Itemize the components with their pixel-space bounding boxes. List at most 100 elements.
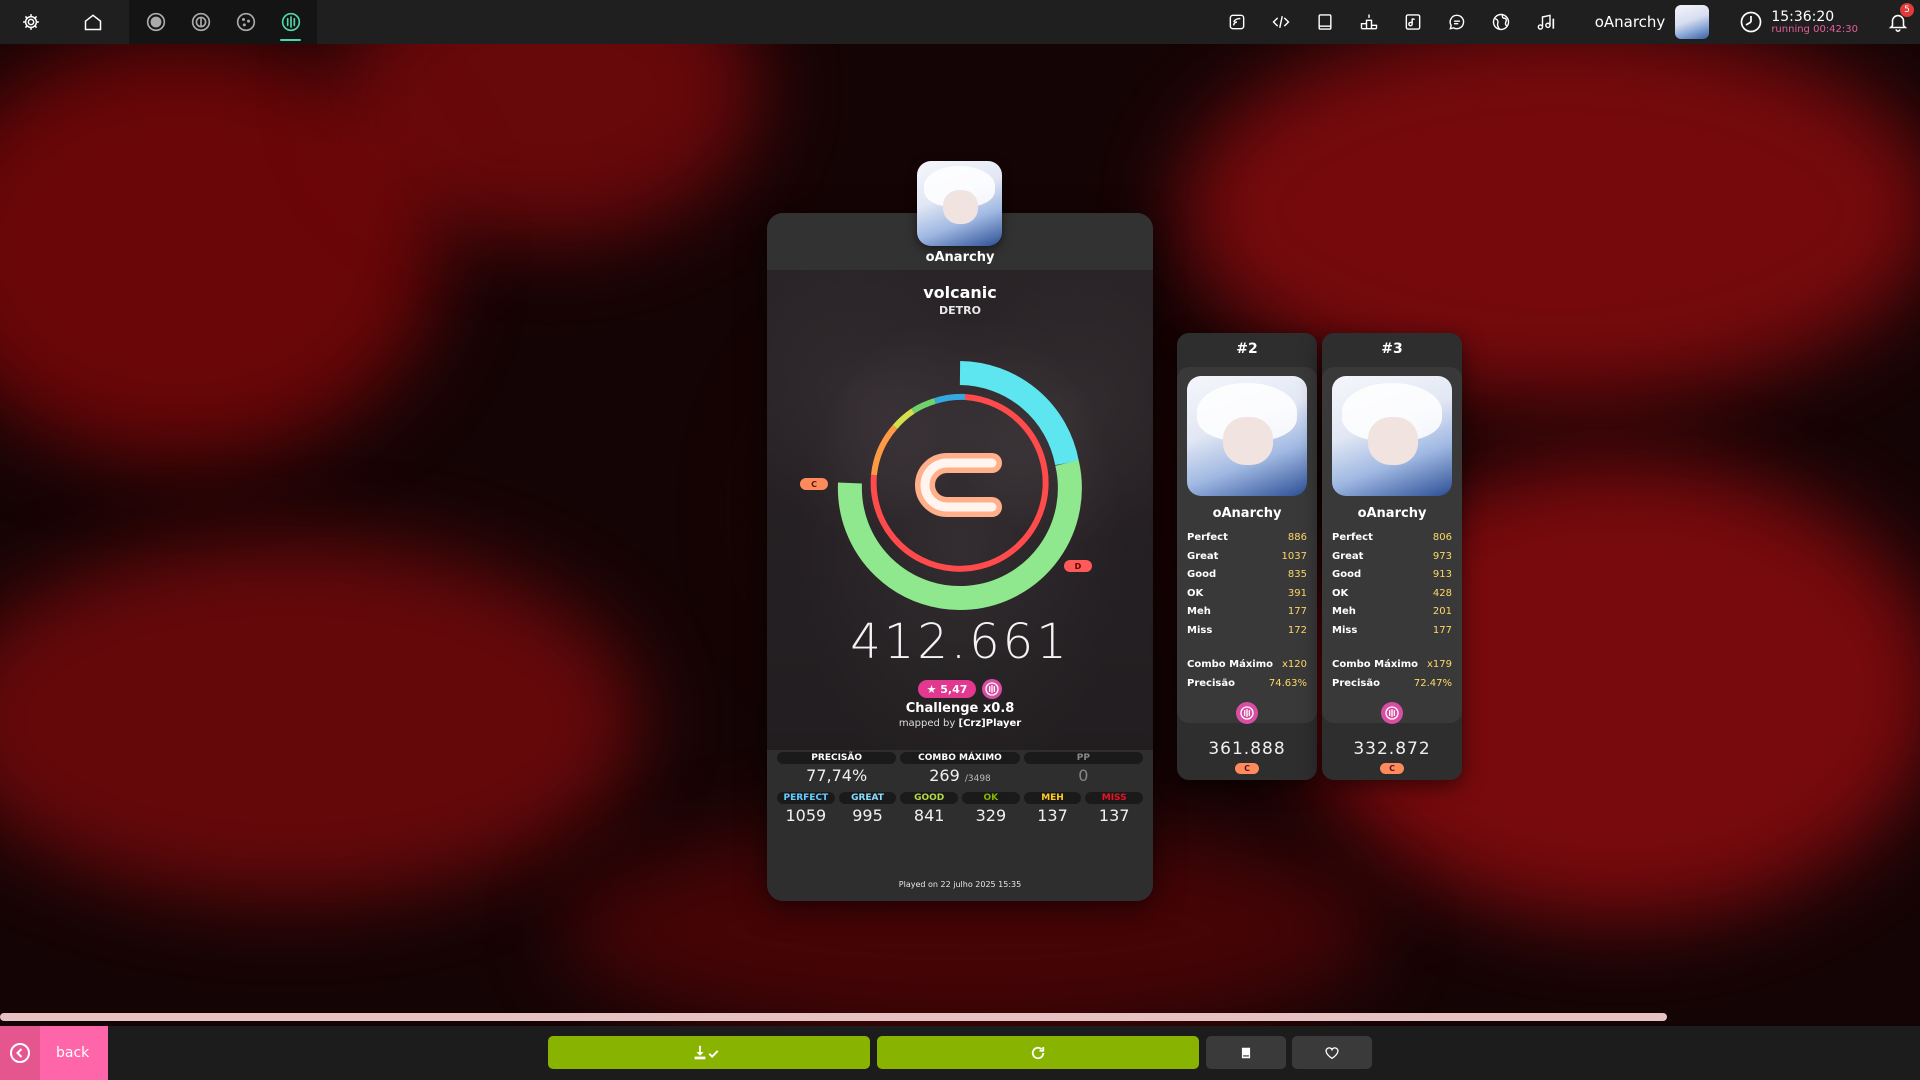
stat-great: GREAT 995 (838, 792, 897, 825)
player-avatar[interactable] (917, 161, 1002, 246)
favourite-button[interactable] (1292, 1036, 1372, 1069)
world-icon (1492, 13, 1509, 31)
toolbar-right: oAnarchy 15:36:20 running 00:42:30 5 (1215, 0, 1920, 44)
star-rating-badge: ★ 5,47 (917, 680, 977, 698)
ruleset-catch[interactable] (223, 0, 268, 44)
accuracy-arc-yellow (892, 408, 915, 430)
music-button[interactable] (1523, 0, 1567, 44)
player-avatar (1332, 376, 1452, 496)
back-label: back (56, 1045, 90, 1061)
stat-label: COMBO MÁXIMO (900, 752, 1020, 764)
horizontal-scrollbar[interactable] (0, 1013, 1920, 1021)
wiki-icon (1318, 14, 1332, 30)
leaderboard-button[interactable] (1206, 1036, 1286, 1069)
stat-row: Good 835 (1187, 569, 1307, 580)
clock-running-time: running 00:42:30 (1771, 23, 1858, 35)
stat-row: OK 428 (1332, 587, 1452, 599)
mapped-by-label: mapped by (898, 718, 956, 729)
stat-value: 77,74% (806, 766, 868, 785)
osu-ruleset-icon (146, 12, 165, 32)
score-rank: #2 (1236, 341, 1258, 357)
stat-row: Good 913 (1332, 569, 1452, 580)
mod-icon[interactable] (982, 679, 1003, 699)
grade-ring-arc-green (837, 460, 1082, 611)
summary-stats: Combo Máximo x120 Precisão 74.63% (1187, 659, 1307, 696)
back-arrow-icon (10, 1043, 30, 1063)
ruleset-taiko[interactable] (178, 0, 223, 44)
top-toolbar: oAnarchy 15:36:20 running 00:42:30 5 (0, 0, 1920, 44)
stat-value: 137 (1037, 806, 1068, 825)
notification-count-badge: 5 (1900, 3, 1914, 17)
code-button[interactable] (1259, 0, 1303, 44)
ruleset-mania[interactable] (268, 0, 313, 44)
stat-label: GOOD (900, 792, 959, 804)
ruleset-selector (129, 0, 317, 44)
stat-value: 1059 (785, 806, 827, 825)
stat-row: Perfect 806 (1332, 532, 1452, 543)
notifications-button[interactable]: 5 (1876, 0, 1920, 44)
leaderboard-score-card[interactable]: #2 oAnarchy Perfect 886 Great 1037 Good 835… (1177, 333, 1317, 780)
changelog-icon (1229, 14, 1245, 30)
retry-button[interactable] (877, 1036, 1199, 1069)
grade-badge: C (1235, 763, 1259, 774)
player-avatar (1187, 376, 1307, 496)
stat-ok: OK 329 (962, 792, 1020, 825)
clock-icon (1740, 11, 1762, 33)
stat-meh: MEH 137 (1023, 792, 1082, 825)
hit-stats: Perfect 886 Great 1037 Good 835 OK 391 Meh 17… (1187, 532, 1307, 643)
home-icon (84, 14, 102, 31)
mapper-name[interactable]: [Crz]Player (959, 718, 1022, 729)
accuracy-arc-green (911, 398, 936, 414)
gear-icon (23, 14, 39, 30)
download-icon (694, 1045, 719, 1059)
back-button[interactable]: back (0, 1026, 108, 1080)
user-avatar (1675, 5, 1710, 39)
stat-row: OK 391 (1187, 587, 1307, 599)
song-title: volcanic (923, 283, 997, 302)
stat-row: Great 1037 (1187, 550, 1307, 562)
stat-pp: PP 0 (1023, 752, 1143, 785)
catch-ruleset-icon (236, 12, 255, 32)
stat-row: Miss 172 (1187, 624, 1307, 636)
chat-button[interactable] (1435, 0, 1479, 44)
stats-hits-row: PERFECT 1059 GREAT 995 GOOD 841 OK 329 M… (777, 792, 1144, 825)
accuracy-ring (817, 353, 1103, 613)
stat-row: Meh 201 (1332, 606, 1452, 617)
player-name[interactable]: oAnarchy (767, 250, 1153, 265)
difficulty-name: Challenge x0.8 (905, 701, 1015, 716)
grade-d-marker: D (1064, 560, 1092, 572)
stat-miss: MISS 137 (1085, 792, 1144, 825)
home-button[interactable] (71, 0, 115, 44)
leaderboard-score-card[interactable]: #3 oAnarchy Perfect 806 Great 973 Good 913 … (1322, 333, 1462, 780)
stat-label: OK (962, 792, 1020, 804)
stat-label: MEH (1023, 792, 1082, 804)
clock[interactable]: 15:36:20 running 00:42:30 (1739, 10, 1858, 35)
mod-icon (1381, 702, 1403, 724)
stat-label: PERFECT (777, 792, 835, 804)
beatmap-listing-button[interactable] (1391, 0, 1435, 44)
star-rating-row: ★ 5,47 (767, 679, 1153, 699)
mania-mod-icon (1240, 706, 1254, 720)
taiko-ruleset-icon (191, 12, 210, 32)
world-button[interactable] (1479, 0, 1523, 44)
rankings-button[interactable] (1347, 0, 1391, 44)
scrollbar-thumb[interactable] (0, 1013, 1667, 1021)
ruleset-osu[interactable] (133, 0, 178, 44)
accuracy-arc-orange (871, 425, 898, 476)
mod-icon (1236, 702, 1258, 724)
changelog-button[interactable] (1215, 0, 1259, 44)
download-replay-button[interactable] (548, 1036, 870, 1069)
stat-row: Meh 177 (1187, 606, 1307, 617)
settings-button[interactable] (9, 0, 53, 44)
stat-row: Perfect 886 (1187, 532, 1307, 543)
hit-stats: Perfect 806 Great 973 Good 913 OK 428 Meh 201… (1332, 532, 1452, 643)
stat-label: GREAT (838, 792, 897, 804)
mapper-line: mapped by [Crz]Player (767, 718, 1153, 729)
total-score: 412.661 (850, 614, 1070, 670)
stat-max-combo: COMBO MÁXIMO 269 /3498 (900, 752, 1020, 785)
stat-value: 0 (1078, 766, 1089, 785)
user-button[interactable]: oAnarchy (1595, 5, 1710, 39)
mania-mod-icon (1385, 706, 1399, 720)
clock-time: 15:36:20 (1771, 8, 1835, 25)
wiki-button[interactable] (1303, 0, 1347, 44)
